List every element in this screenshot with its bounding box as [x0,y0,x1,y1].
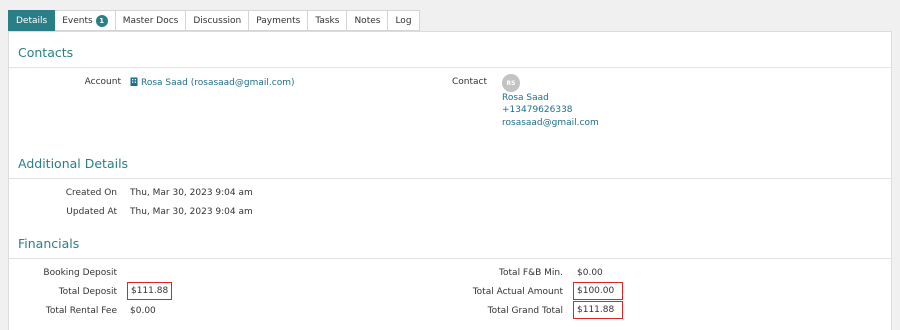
details-panel: Contacts Account Rosa Saad (rosasaad@gma… [8,31,892,330]
tab-payments[interactable]: Payments [249,10,309,31]
total-rental-fee-label: Total Rental Fee [45,306,117,316]
fb-min-value: $0.00 [577,268,603,278]
building-icon [130,77,138,86]
events-count-badge: 1 [95,14,108,27]
tab-details[interactable]: Details [8,10,56,31]
tab-bar: Details Events 1 Master Docs Discussion P… [8,10,420,31]
total-rental-fee-value: $0.00 [130,306,156,316]
divider [9,258,891,259]
avatar: RS [502,74,520,92]
created-on-label: Created On [65,188,117,198]
tab-label: Payments [256,15,301,26]
additional-details-heading: Additional Details [18,156,129,171]
tab-label: Details [16,15,48,26]
divider [9,67,891,68]
tab-label: Notes [354,15,381,26]
tab-label: Tasks [315,15,340,26]
tab-discussion[interactable]: Discussion [186,10,250,31]
total-deposit-value: $111.88 [127,282,173,300]
created-on-value: Thu, Mar 30, 2023 9:04 am [130,188,253,198]
account-link[interactable]: Rosa Saad (rosasaad@gmail.com) [130,77,294,88]
contact-name-link[interactable]: Rosa Saad [502,93,549,103]
tab-label: Events [62,15,93,26]
account-value: Rosa Saad (rosasaad@gmail.com) [141,78,295,88]
tab-master-docs[interactable]: Master Docs [115,10,187,31]
tab-label: Master Docs [122,15,179,26]
updated-at-label: Updated At [66,207,117,217]
grand-total-label: Total Grand Total [487,306,563,316]
tab-notes[interactable]: Notes [347,10,389,31]
actual-amount-label: Total Actual Amount [472,287,563,297]
tab-log[interactable]: Log [388,10,420,31]
divider [9,178,891,179]
updated-at-value: Thu, Mar 30, 2023 9:04 am [130,207,253,217]
grand-total-value: $111.88 [573,301,623,319]
fb-min-label: Total F&B Min. [499,268,563,278]
tab-label: Log [395,15,412,26]
contact-email-link[interactable]: rosasaad@gmail.com [502,118,599,128]
total-deposit-label: Total Deposit [58,287,117,297]
tab-events[interactable]: Events 1 [55,10,116,31]
contact-phone-link[interactable]: +13479626338 [502,105,573,115]
tab-tasks[interactable]: Tasks [308,10,348,31]
contact-label: Contact [451,77,487,87]
actual-amount-value: $100.00 [573,282,623,300]
booking-deposit-label: Booking Deposit [43,268,117,278]
financials-heading: Financials [18,236,80,251]
account-label: Account [84,77,121,87]
contacts-heading: Contacts [18,45,74,60]
tab-label: Discussion [193,15,242,26]
